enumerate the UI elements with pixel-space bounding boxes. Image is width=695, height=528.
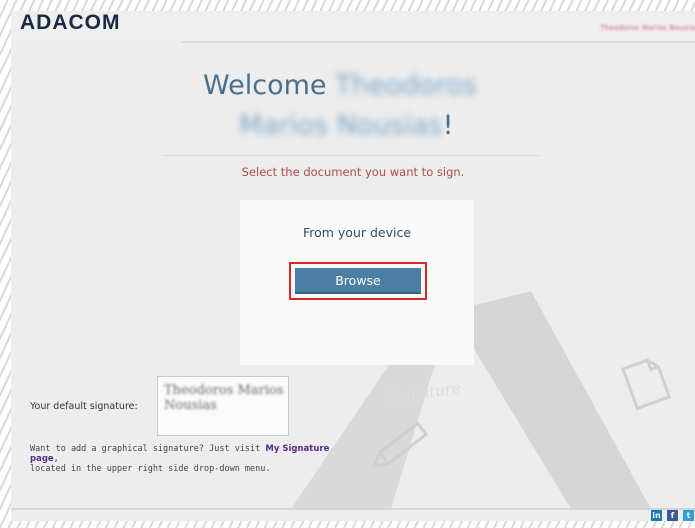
welcome-heading: Welcome Theodoros: [203, 71, 503, 101]
footer-divider: [11, 508, 695, 510]
twitter-icon[interactable]: t: [683, 510, 694, 521]
hint-comma: ,: [53, 454, 59, 464]
facebook-icon[interactable]: f: [667, 510, 678, 521]
top-bar: ADACOM Theodoros Marios Nousias: [11, 11, 695, 41]
page: Signature ADACOM Theodoros Marios Nousia…: [11, 11, 695, 521]
hint-line2: located in the upper right side drop-dow…: [30, 464, 271, 474]
default-signature-preview: Theodoros Marios Nousias: [157, 376, 289, 436]
browse-highlight: Browse: [289, 262, 427, 300]
user-last-name: Marios Nousias: [239, 110, 443, 141]
linkedin-icon[interactable]: in: [651, 510, 662, 521]
signature-hint: Want to add a graphical signature? Just …: [30, 444, 350, 474]
welcome-divider: [163, 155, 539, 156]
default-signature-label: Your default signature:: [30, 401, 138, 412]
upload-panel: From your device Browse: [240, 200, 474, 365]
upload-title: From your device: [302, 225, 412, 240]
user-menu-dropdown[interactable]: Theodoros Marios Nousias: [600, 24, 695, 32]
exclamation: !: [442, 110, 454, 141]
user-first-name: Theodoros: [335, 70, 477, 101]
welcome-text: Welcome: [203, 70, 327, 101]
hint-text: Want to add a graphical signature? Just …: [30, 444, 266, 454]
signature-image-text: Theodoros Marios Nousias: [164, 383, 284, 413]
adacom-logo[interactable]: ADACOM: [20, 11, 121, 35]
document-icon: [621, 358, 672, 411]
header-divider: [181, 41, 695, 43]
instruction-text: Select the document you want to sign.: [241, 165, 465, 179]
welcome-heading-line2: Marios Nousias!: [239, 108, 453, 144]
browse-button[interactable]: Browse: [295, 268, 421, 294]
